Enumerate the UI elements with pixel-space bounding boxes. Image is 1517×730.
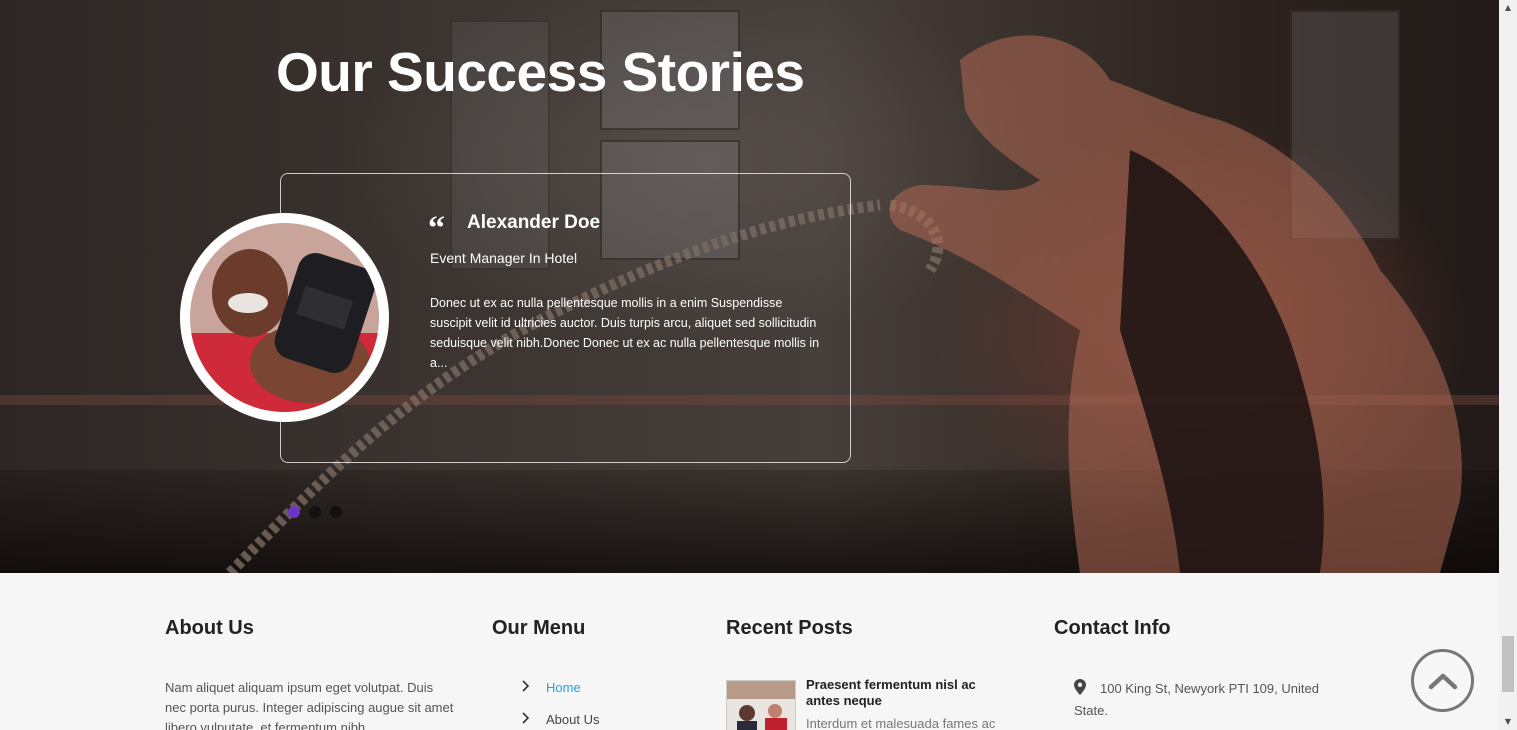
carousel-dot-2[interactable] <box>309 506 321 518</box>
menu-item-about-us[interactable]: About Us <box>522 711 599 727</box>
bodybuilder-photo <box>190 223 379 412</box>
chevron-up-icon <box>1428 673 1457 689</box>
success-stories-section: Our Success Stories “ Alexander Doe Even… <box>0 0 1499 573</box>
scroll-up-arrow[interactable]: ▲ <box>1499 0 1517 16</box>
scrollbar-thumb[interactable] <box>1502 636 1514 692</box>
recent-post-title[interactable]: Praesent fermentum nisl ac antes neque <box>806 677 1006 709</box>
menu-item-label: Home <box>546 679 581 695</box>
chevron-right-icon <box>522 711 532 727</box>
page-scrollbar[interactable]: ▲ ▼ <box>1499 0 1517 730</box>
back-to-top-button[interactable] <box>1411 649 1474 712</box>
quote-icon: “ <box>428 210 445 247</box>
testimonial-name: Alexander Doe <box>467 212 601 233</box>
recent-posts-heading: Recent Posts <box>726 617 853 639</box>
contact-address: 100 King St, Newyork PTI 109, United Sta… <box>1074 681 1319 718</box>
testimonial-role: Event Manager In Hotel <box>430 250 578 266</box>
carousel-dot-3[interactable] <box>330 506 342 518</box>
about-heading: About Us <box>165 617 254 639</box>
about-text: Nam aliquet aliquam ipsum eget volutpat.… <box>165 680 454 730</box>
menu-item-home[interactable]: Home <box>522 679 581 695</box>
recent-post-excerpt: Interdum et malesuada fames ac <box>806 716 996 730</box>
chevron-right-icon <box>522 679 532 695</box>
site-footer: About Us Our Menu Recent Posts Contact I… <box>0 573 1499 730</box>
menu-item-label: About Us <box>546 711 600 727</box>
testimonial-text: Donec ut ex ac nulla pellentesque mollis… <box>430 296 820 370</box>
carousel-dots <box>288 506 342 518</box>
section-title: Our Success Stories <box>276 41 805 103</box>
menu-heading: Our Menu <box>492 617 586 639</box>
recent-post-thumbnail[interactable] <box>726 680 796 730</box>
scroll-down-arrow[interactable]: ▼ <box>1499 714 1517 730</box>
contact-heading: Contact Info <box>1054 617 1171 639</box>
testimonial-avatar <box>180 213 389 422</box>
carousel-dot-1[interactable] <box>288 506 300 518</box>
